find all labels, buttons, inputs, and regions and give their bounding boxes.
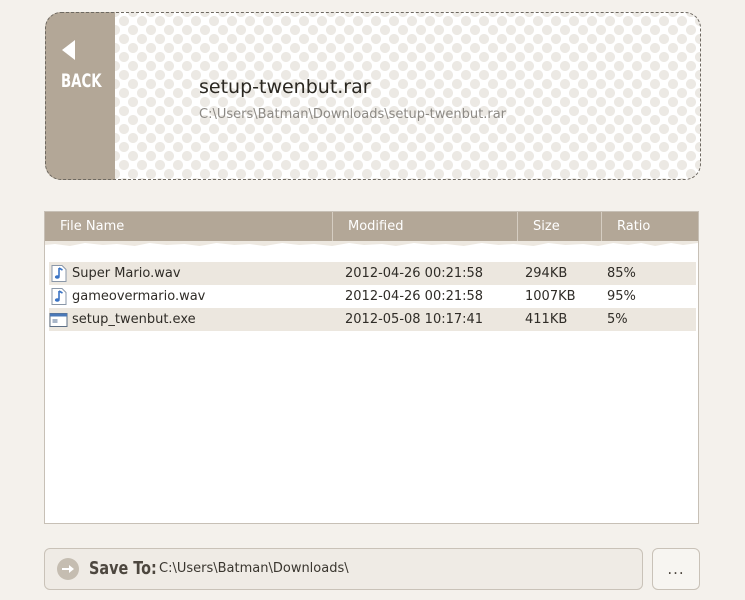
save-to-field[interactable]: Save To: C:\Users\Batman\Downloads\ [44, 548, 643, 590]
column-header-size[interactable]: Size [517, 212, 602, 242]
table-row[interactable]: Super Mario.wav 2012-04-26 00:21:58 294K… [49, 262, 696, 285]
audio-file-icon [51, 288, 67, 305]
file-ratio: 95% [607, 289, 636, 304]
save-to-label: Save To: [89, 558, 157, 579]
column-header-ratio[interactable]: Ratio [601, 212, 698, 242]
file-size: 294KB [525, 266, 568, 281]
archive-file-name: setup-twenbut.rar [199, 76, 371, 98]
file-modified: 2012-04-26 00:21:58 [345, 289, 484, 304]
file-rows: Super Mario.wav 2012-04-26 00:21:58 294K… [49, 262, 696, 331]
executable-file-icon [49, 313, 68, 327]
file-name: Super Mario.wav [72, 266, 181, 281]
back-arrow-icon [62, 40, 75, 60]
file-size: 1007KB [525, 289, 576, 304]
list-header: File Name Modified Size Ratio [45, 212, 698, 242]
table-row[interactable]: gameovermario.wav 2012-04-26 00:21:58 10… [49, 285, 696, 308]
file-modified: 2012-04-26 00:21:58 [345, 266, 484, 281]
file-ratio: 5% [607, 312, 628, 327]
table-row[interactable]: setup_twenbut.exe 2012-05-08 10:17:41 41… [49, 308, 696, 331]
column-header-modified[interactable]: Modified [332, 212, 518, 242]
file-ratio: 85% [607, 266, 636, 281]
browse-button[interactable]: ... [652, 548, 700, 590]
file-modified: 2012-05-08 10:17:41 [345, 312, 484, 327]
file-name: gameovermario.wav [72, 289, 206, 304]
column-header-file-name[interactable]: File Name [45, 212, 335, 242]
archive-info-panel: setup-twenbut.rar C:\Users\Batman\Downlo… [115, 12, 701, 180]
audio-file-icon [51, 265, 67, 282]
header-torn-edge [45, 241, 698, 246]
archive-file-list[interactable]: File Name Modified Size Ratio Super Mari… [44, 211, 699, 524]
archive-header-card: BACK setup-twenbut.rar C:\Users\Batman\D… [45, 12, 701, 180]
back-button[interactable]: BACK [45, 12, 115, 180]
save-to-path: C:\Users\Batman\Downloads\ [159, 561, 349, 576]
arrow-right-icon [57, 558, 79, 580]
back-label: BACK [61, 70, 102, 92]
file-name: setup_twenbut.exe [72, 312, 196, 327]
archive-file-path: C:\Users\Batman\Downloads\setup-twenbut.… [199, 107, 507, 122]
file-size: 411KB [525, 312, 568, 327]
